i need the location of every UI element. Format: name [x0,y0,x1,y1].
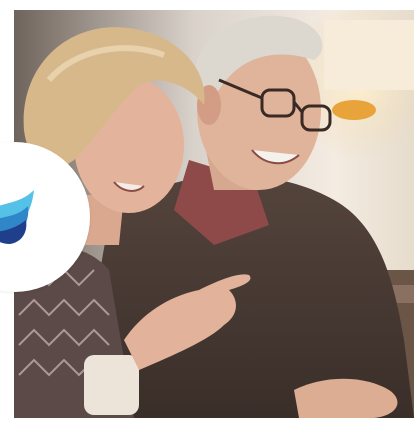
wave-logo-icon [0,190,34,244]
page [0,0,414,422]
woman-cuff [84,355,139,415]
lamp-shade [324,20,414,90]
lamp-light [332,100,376,120]
